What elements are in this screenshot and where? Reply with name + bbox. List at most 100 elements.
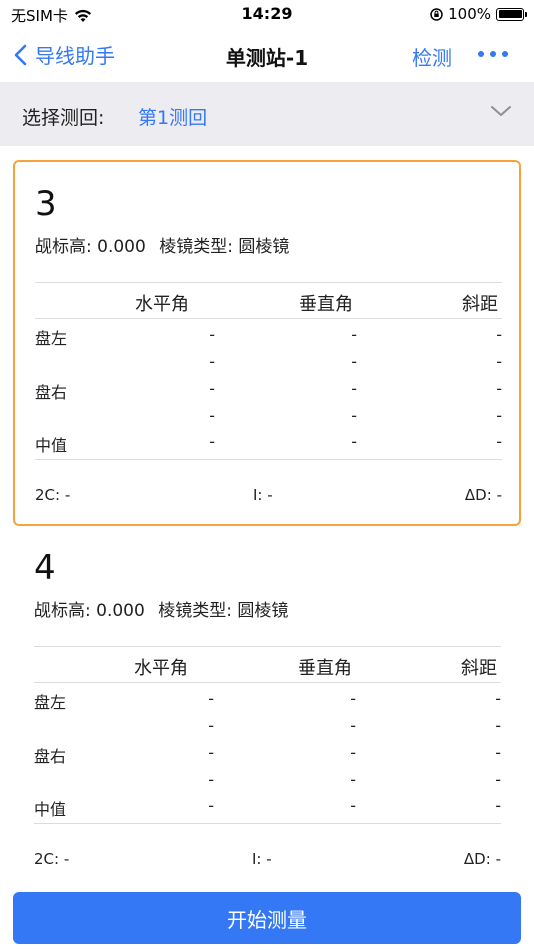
footer-2c-value: - <box>64 486 71 504</box>
chevron-left-icon <box>14 44 27 65</box>
cell: - <box>495 796 501 815</box>
footer-i-label: I: <box>253 486 263 504</box>
chevron-down-icon <box>491 106 511 116</box>
cell: - <box>351 406 357 425</box>
footer-i-value: - <box>266 850 272 868</box>
divider <box>34 646 501 647</box>
more-dot <box>502 51 508 57</box>
row-label-mean: 中值 <box>35 436 68 455</box>
prism-type-label: 棱镜类型: <box>158 601 232 621</box>
column-header-vertical-angle: 垂直角 <box>298 658 352 679</box>
target-height-value: 0.000 <box>97 237 146 257</box>
row-label-face-left: 盘左 <box>34 693 67 712</box>
footer-2c-label: 2C: <box>35 486 61 504</box>
target-number: 3 <box>35 184 57 224</box>
cell: - <box>208 796 214 815</box>
cell: - <box>495 716 501 735</box>
cell: - <box>350 796 356 815</box>
footer-2c: 2C: - <box>34 850 69 868</box>
footer-delta-d-value: - <box>495 850 501 868</box>
nav-bar: 导线助手 单测站-1 检测 <box>0 30 534 80</box>
target-number: 4 <box>34 548 56 588</box>
footer-delta-d-label: ΔD: <box>463 850 491 868</box>
round-selector-value: 第1测回 <box>138 107 208 129</box>
footer-i-label: I: <box>252 850 262 868</box>
more-dot <box>490 51 496 57</box>
cell: - <box>209 406 215 425</box>
cell: - <box>351 432 357 451</box>
cell: - <box>496 352 502 371</box>
footer-i: I: - <box>253 486 273 504</box>
target-card[interactable]: 4 觇标高: 0.000 棱镜类型: 圆棱镜 水平角 垂直角 斜距 盘左 - -… <box>13 528 521 888</box>
column-header-horizontal-angle: 水平角 <box>134 658 188 679</box>
cell: - <box>209 352 215 371</box>
footer-2c-value: - <box>63 850 70 868</box>
cell: - <box>209 325 215 344</box>
cell: - <box>350 689 356 708</box>
cell: - <box>496 432 502 451</box>
footer-delta-d: ΔD: - <box>465 486 502 504</box>
round-selector-label: 选择测回: <box>22 107 105 129</box>
cell: - <box>209 379 215 398</box>
target-height-label: 觇标高: <box>34 601 91 621</box>
footer-2c: 2C: - <box>35 486 70 504</box>
target-height-label: 觇标高: <box>35 237 92 257</box>
cell: - <box>209 432 215 451</box>
footer-i-value: - <box>267 486 273 504</box>
cell: - <box>208 689 214 708</box>
column-header-horizontal-angle: 水平角 <box>135 294 189 315</box>
divider <box>35 459 502 460</box>
divider <box>35 282 502 283</box>
row-label-face-right: 盘右 <box>34 747 67 766</box>
check-button[interactable]: 检测 <box>412 42 452 71</box>
cell: - <box>495 770 501 789</box>
prism-type-value: 圆棱镜 <box>237 601 289 621</box>
cell: - <box>350 770 356 789</box>
cell: - <box>208 743 214 762</box>
footer-i: I: - <box>252 850 272 868</box>
footer-delta-d: ΔD: - <box>464 850 501 868</box>
cell: - <box>495 743 501 762</box>
cell: - <box>350 716 356 735</box>
cell: - <box>350 743 356 762</box>
row-label-face-right: 盘右 <box>35 383 68 402</box>
start-measurement-button[interactable]: 开始测量 <box>13 892 521 944</box>
more-icon[interactable] <box>478 44 508 64</box>
divider <box>34 682 501 683</box>
footer-delta-d-value: - <box>496 486 502 504</box>
cell: - <box>496 406 502 425</box>
cell: - <box>496 325 502 344</box>
column-header-vertical-angle: 垂直角 <box>299 294 353 315</box>
battery-fill <box>498 10 522 18</box>
target-info: 觇标高: 0.000 棱镜类型: 圆棱镜 <box>35 232 289 257</box>
target-info: 觇标高: 0.000 棱镜类型: 圆棱镜 <box>34 596 288 621</box>
footer-delta-d-label: ΔD: <box>464 486 492 504</box>
battery-icon <box>496 7 527 21</box>
cell: - <box>208 716 214 735</box>
cell: - <box>496 379 502 398</box>
cell: - <box>495 689 501 708</box>
orientation-lock-icon <box>430 7 443 21</box>
measurement-table: 水平角 垂直角 斜距 盘左 - - - - - - 盘右 - - - - - -… <box>35 282 502 522</box>
target-card[interactable]: 3 觇标高: 0.000 棱镜类型: 圆棱镜 水平角 垂直角 斜距 盘左 - -… <box>13 160 521 526</box>
cell: - <box>351 325 357 344</box>
status-right: 100% <box>430 5 527 23</box>
row-label-mean: 中值 <box>34 800 67 819</box>
row-label-face-left: 盘左 <box>35 329 68 348</box>
more-dot <box>478 51 484 57</box>
prism-type-label: 棱镜类型: <box>159 237 233 257</box>
battery-percent: 100% <box>448 5 491 23</box>
target-height-value: 0.000 <box>96 601 145 621</box>
measurement-table: 水平角 垂直角 斜距 盘左 - - - - - - 盘右 - - - - - -… <box>34 646 501 886</box>
divider <box>35 318 502 319</box>
status-bar: 无SIM卡 14:29 100% <box>0 0 534 30</box>
cell: - <box>351 379 357 398</box>
prism-type-value: 圆棱镜 <box>238 237 290 257</box>
column-header-slope-distance: 斜距 <box>462 294 498 315</box>
round-selector[interactable]: 选择测回: 第1测回 <box>0 82 534 146</box>
back-button[interactable]: 导线助手 <box>14 40 115 69</box>
footer-2c-label: 2C: <box>34 850 60 868</box>
back-label: 导线助手 <box>35 44 115 68</box>
cell: - <box>208 770 214 789</box>
cell: - <box>351 352 357 371</box>
